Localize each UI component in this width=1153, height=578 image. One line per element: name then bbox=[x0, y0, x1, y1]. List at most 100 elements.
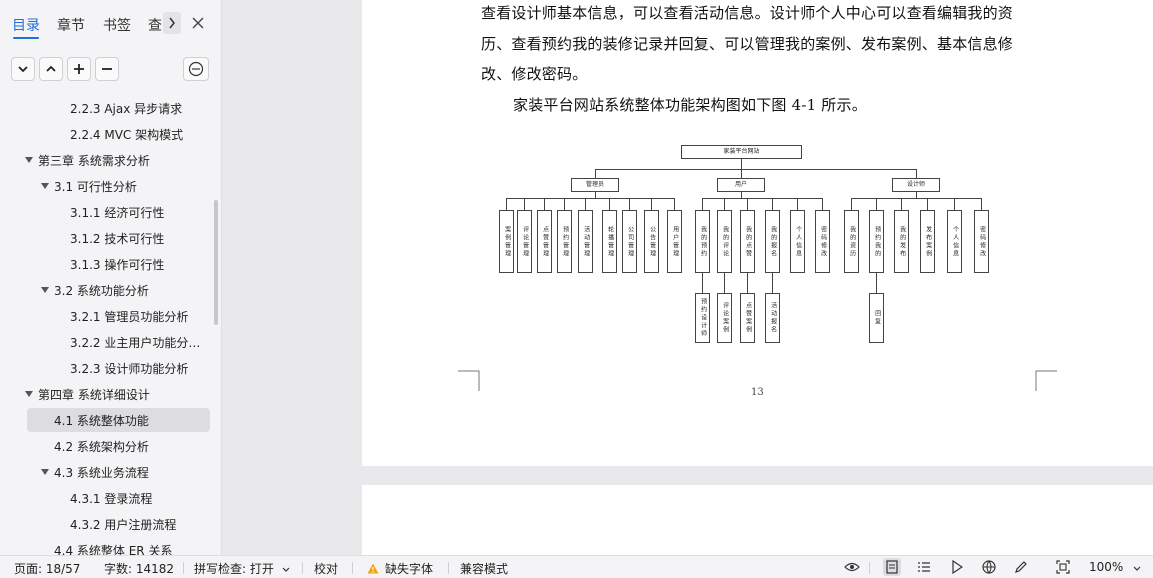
expand-triangle-icon[interactable] bbox=[40, 285, 50, 295]
minus-icon bbox=[102, 68, 112, 70]
connector-line bbox=[629, 198, 630, 210]
toc-item[interactable]: 4.3.1 登录流程 bbox=[0, 486, 212, 510]
toc-item[interactable]: 第四章 系统详细设计 bbox=[0, 382, 212, 406]
tabs-scroll-right-button[interactable] bbox=[163, 12, 181, 34]
diagram-node: 管理员 bbox=[571, 178, 619, 192]
diagram-node: 点赞案例 bbox=[740, 293, 755, 343]
toc-item[interactable]: 4.3 系统业务流程 bbox=[0, 460, 212, 484]
remove-heading-button[interactable] bbox=[95, 57, 119, 81]
diagram-node: 用户 bbox=[717, 178, 765, 192]
diagram-node: 密码修改 bbox=[974, 210, 989, 273]
proofread-button[interactable]: 校对 bbox=[314, 560, 338, 577]
toc-settings-button[interactable] bbox=[183, 57, 209, 81]
page-view-icon bbox=[886, 560, 898, 574]
expand-up-button[interactable] bbox=[39, 57, 63, 81]
chevron-down-icon[interactable] bbox=[1133, 566, 1141, 572]
toc-item[interactable]: 3.1.3 操作可行性 bbox=[0, 252, 212, 276]
toc-item[interactable]: 4.1 系统整体功能 bbox=[0, 408, 212, 432]
connector-line bbox=[954, 198, 955, 210]
expand-triangle-icon[interactable] bbox=[24, 155, 34, 165]
toc-item-label: 3.1.2 技术可行性 bbox=[70, 231, 165, 246]
compat-mode-label[interactable]: 兼容模式 bbox=[460, 560, 508, 577]
diagram-node: 我的资历 bbox=[844, 210, 859, 273]
page-corner-mark bbox=[1035, 370, 1057, 391]
connector-line bbox=[524, 198, 525, 210]
toc-item[interactable]: 3.1.2 技术可行性 bbox=[0, 226, 212, 250]
plus-icon bbox=[74, 64, 84, 74]
fit-page-button[interactable] bbox=[1054, 558, 1072, 576]
expand-triangle-icon[interactable] bbox=[24, 389, 34, 399]
diagram-node: 发布案例 bbox=[920, 210, 935, 273]
toc-item[interactable]: 3.2 系统功能分析 bbox=[0, 278, 212, 302]
tab-search[interactable]: 查 bbox=[148, 15, 162, 35]
divider bbox=[183, 562, 184, 574]
missing-font-button[interactable]: 缺失字体 bbox=[367, 560, 433, 577]
chevron-down-icon bbox=[282, 567, 290, 572]
toc-item-label: 3.2.3 设计师功能分析 bbox=[70, 361, 189, 376]
page-corner-mark bbox=[458, 370, 480, 391]
eye-icon bbox=[844, 562, 860, 572]
tab-bookmarks[interactable]: 书签 bbox=[103, 15, 131, 35]
zoom-level[interactable]: 100% bbox=[1089, 560, 1123, 574]
page-view-button[interactable] bbox=[883, 558, 901, 576]
toc-item[interactable]: 2.2.3 Ajax 异步请求 bbox=[0, 96, 212, 120]
expand-triangle-icon[interactable] bbox=[40, 467, 50, 477]
view-options-icon bbox=[188, 61, 204, 77]
divider bbox=[869, 562, 870, 574]
connector-line bbox=[741, 159, 742, 169]
read-mode-button[interactable] bbox=[948, 558, 966, 576]
diagram-node: 回复 bbox=[869, 293, 884, 343]
tab-contents[interactable]: 目录 bbox=[12, 15, 40, 35]
diagram-node: 预约我的 bbox=[869, 210, 884, 273]
toc-item[interactable]: 3.2.2 业主用户功能分… bbox=[0, 330, 212, 354]
toc-item[interactable]: 4.3.2 用户注册流程 bbox=[0, 512, 212, 536]
toc-scrollbar[interactable] bbox=[214, 200, 218, 325]
connector-line bbox=[772, 273, 773, 293]
expand-triangle-icon[interactable] bbox=[40, 181, 50, 191]
toc-item[interactable]: 2.2.4 MVC 架构模式 bbox=[0, 122, 212, 146]
toc-item[interactable]: 4.2 系统架构分析 bbox=[0, 434, 212, 458]
connector-line bbox=[797, 198, 798, 210]
toc-item-label: 2.2.4 MVC 架构模式 bbox=[70, 127, 184, 142]
chevron-up-icon bbox=[46, 65, 56, 72]
outline-view-button[interactable] bbox=[915, 558, 933, 576]
paragraph-line: 查看设计师基本信息，可以查看活动信息。设计师个人中心可以查看编辑我的资 bbox=[481, 4, 1014, 22]
outline-view-icon bbox=[918, 562, 930, 572]
tab-chapters[interactable]: 章节 bbox=[57, 15, 85, 35]
web-view-button[interactable] bbox=[980, 558, 998, 576]
toc-item-label: 4.4 系统整体 ER 关系 bbox=[54, 543, 173, 556]
toc-sidebar: 目录 章节 书签 查 2.2.3 Ajax 异步请求 2.2.4 MVC 架构模式… bbox=[0, 0, 222, 555]
add-heading-button[interactable] bbox=[67, 57, 91, 81]
page-indicator[interactable]: 页面: 18/57 bbox=[14, 560, 80, 577]
close-sidebar-button[interactable] bbox=[190, 14, 206, 32]
toc-item-label: 2.2.3 Ajax 异步请求 bbox=[70, 101, 183, 116]
diagram-node: 预约管理 bbox=[557, 210, 572, 273]
connector-line bbox=[724, 198, 725, 210]
connector-line bbox=[585, 198, 586, 210]
chevron-right-icon bbox=[169, 17, 175, 29]
word-count[interactable]: 字数: 14182 bbox=[104, 560, 174, 577]
toc-item-label: 4.1 系统整体功能 bbox=[54, 413, 149, 428]
toc-item-label: 3.1.3 操作可行性 bbox=[70, 257, 165, 272]
toc-item[interactable]: 3.2.3 设计师功能分析 bbox=[0, 356, 212, 380]
toc-item[interactable]: 4.4 系统整体 ER 关系 bbox=[0, 538, 212, 556]
toc-item[interactable]: 3.2.1 管理员功能分析 bbox=[0, 304, 212, 328]
connector-line bbox=[506, 198, 674, 199]
toc-item[interactable]: 3.1.1 经济可行性 bbox=[0, 200, 212, 224]
fit-screen-icon bbox=[1056, 560, 1070, 574]
play-icon bbox=[952, 560, 963, 574]
toc-item[interactable]: 3.1 可行性分析 bbox=[0, 174, 212, 198]
collapse-all-button[interactable] bbox=[11, 57, 35, 81]
diagram-node: 活动管理 bbox=[578, 210, 593, 273]
connector-line bbox=[702, 198, 822, 199]
connector-line bbox=[851, 198, 852, 210]
diagram-node: 公司管理 bbox=[622, 210, 637, 273]
spell-check-toggle[interactable]: 拼写检查: 打开 bbox=[194, 560, 290, 577]
write-mode-button[interactable] bbox=[1012, 558, 1030, 576]
diagram-node: 家装平台网站 bbox=[681, 145, 802, 159]
diagram-node: 公告管理 bbox=[644, 210, 659, 273]
eye-protection-button[interactable] bbox=[843, 558, 861, 576]
diagram-node: 我的发布 bbox=[894, 210, 909, 273]
diagram-node: 预约设计师 bbox=[695, 293, 710, 343]
toc-item[interactable]: 第三章 系统需求分析 bbox=[0, 148, 212, 172]
